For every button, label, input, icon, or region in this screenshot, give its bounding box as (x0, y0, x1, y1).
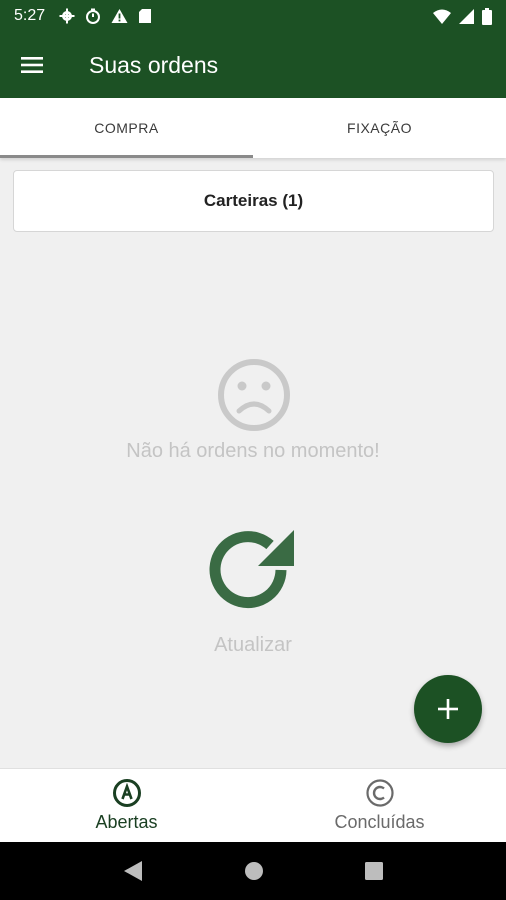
status-bar: 5:27 (0, 0, 506, 32)
tab-fixacao[interactable]: FIXAÇÃO (253, 98, 506, 158)
empty-state-message: Não há ordens no momento! (126, 440, 380, 462)
status-left-icons (59, 8, 152, 24)
sad-face-icon (218, 359, 290, 431)
signal-icon (459, 8, 474, 24)
circled-a-icon (112, 779, 141, 807)
recents-icon[interactable] (365, 862, 384, 880)
system-navigation-bar (0, 842, 506, 900)
timer-icon (86, 8, 101, 24)
add-order-button[interactable] (414, 675, 482, 743)
nav-abertas-label: Abertas (95, 812, 158, 832)
tab-compra[interactable]: COMPRA (0, 98, 253, 158)
home-icon[interactable] (244, 861, 264, 881)
bottom-navigation: Abertas Concluídas (0, 768, 506, 842)
status-right-icons (433, 7, 492, 25)
battery-icon (482, 7, 492, 25)
circled-c-icon (365, 779, 394, 807)
nav-abertas[interactable]: Abertas (0, 769, 253, 842)
refresh-label[interactable]: Atualizar (0, 634, 506, 657)
page-title: Suas ordens (89, 51, 219, 78)
nav-concluidas[interactable]: Concluídas (253, 769, 506, 842)
tab-bar: COMPRA FIXAÇÃO (0, 98, 506, 158)
back-icon[interactable] (123, 860, 143, 882)
status-time: 5:27 (14, 7, 46, 24)
hamburger-menu-icon[interactable] (0, 32, 64, 98)
plus-icon (438, 699, 458, 719)
refresh-icon[interactable] (208, 524, 300, 616)
nav-concluidas-label: Concluídas (334, 812, 425, 832)
gear-icon (59, 8, 75, 24)
app-bar: Suas ordens (0, 32, 506, 98)
sd-card-icon (139, 9, 152, 23)
wallet-button[interactable]: Carteiras (1) (13, 170, 494, 232)
warning-icon (111, 9, 128, 23)
wifi-icon (433, 9, 451, 24)
